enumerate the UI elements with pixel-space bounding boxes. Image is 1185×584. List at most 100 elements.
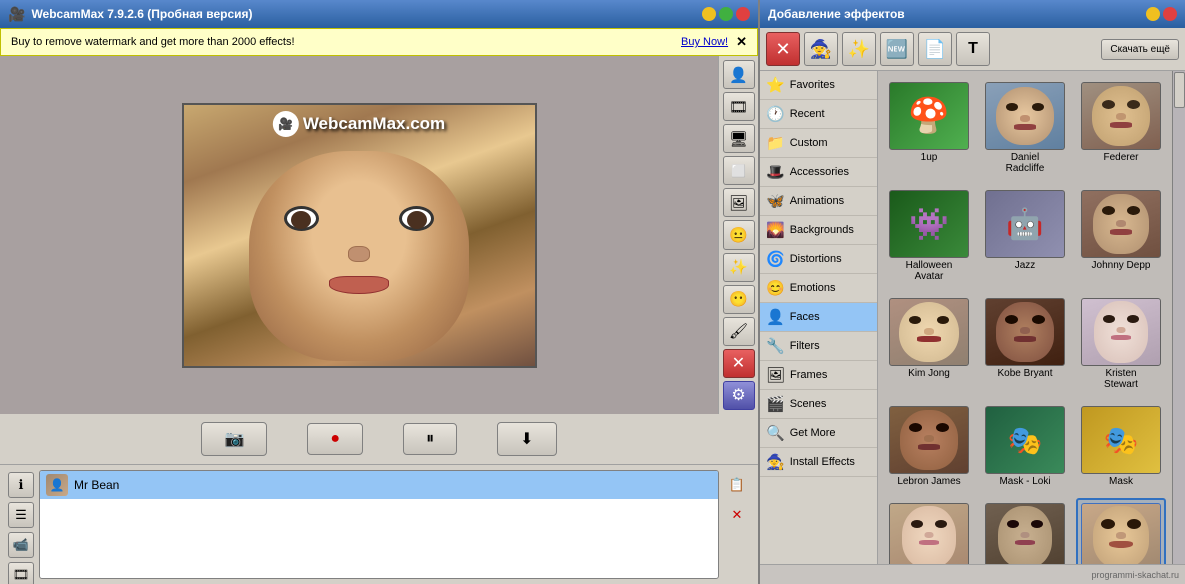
image-icon-btn[interactable]: 🖼 (723, 188, 755, 217)
red-close-btn[interactable]: ✕ (723, 349, 755, 378)
notification-close[interactable]: ✕ (736, 34, 747, 50)
scenes-label: Scenes (790, 398, 827, 410)
delete-effect-btn[interactable]: ✕ (766, 32, 800, 66)
info-icon-btn[interactable]: ℹ (8, 472, 34, 498)
effect-item-1up[interactable]: 🍄 1up (884, 77, 974, 179)
favorites-icon: ⭐ (766, 76, 785, 94)
effect-label-1up: 1up (921, 152, 938, 163)
recent-icon: 🕐 (766, 105, 785, 123)
sidebar-item-accessories[interactable]: 🎩 Accessories (760, 158, 877, 187)
record-button[interactable]: ● (307, 423, 363, 455)
pdf-tool-btn[interactable]: 📄 (918, 32, 952, 66)
get-more-label: Get More (790, 427, 836, 439)
effect-item-loki[interactable]: 🎭 Mask - Loki (980, 401, 1070, 492)
sidebar-item-scenes[interactable]: 🎬 Scenes (760, 390, 877, 419)
effects-scrollbar[interactable] (1172, 71, 1185, 564)
maximize-button[interactable] (719, 7, 733, 21)
face2-icon-btn[interactable]: 😐 (723, 220, 755, 249)
delete-list-btn[interactable]: ✕ (724, 502, 750, 528)
sidebar-item-install-effects[interactable]: 🧙 Install Effects (760, 448, 877, 477)
sidebar-item-emotions[interactable]: 😊 Emotions (760, 274, 877, 303)
effect-item-kristen[interactable]: KristenStewart (1076, 293, 1166, 395)
person-icon-btn[interactable]: 👤 (723, 60, 755, 89)
monitor-icon-btn[interactable]: 🖥 (723, 124, 755, 153)
sidebar-item-animations[interactable]: 🦋 Animations (760, 187, 877, 216)
close-button[interactable] (736, 7, 750, 21)
scenes-icon: 🎬 (766, 395, 785, 413)
favorites-label: Favorites (790, 79, 835, 91)
app-icon: 🎥 (8, 6, 25, 23)
right-minimize-btn[interactable] (1146, 7, 1160, 21)
film2-icon-btn[interactable]: 🎞 (8, 562, 34, 584)
emotions-icon: 😊 (766, 279, 785, 297)
accessories-label: Accessories (790, 166, 849, 178)
download-more-btn[interactable]: Скачать ещё (1101, 39, 1179, 60)
magic-icon-btn[interactable]: ✨ (723, 253, 755, 282)
sidebar-item-get-more[interactable]: 🔍 Get More (760, 419, 877, 448)
right-panel: Добавление эффектов ✕ 🧙 ✨ 🆕 📄 T Скачать … (760, 0, 1185, 584)
list-item[interactable]: 👤 Mr Bean (40, 471, 718, 499)
sidebar-item-frames[interactable]: 🖼 Frames (760, 361, 877, 390)
effects-tool-btn[interactable]: ✨ (842, 32, 876, 66)
effect-item-mask[interactable]: 🎭 Mask (1076, 401, 1166, 492)
effect-item-daniel[interactable]: DanielRadcliffe (980, 77, 1070, 179)
face3-icon-btn[interactable]: 😶 (723, 285, 755, 314)
app-title: WebcamMax 7.9.2.6 (Пробная версия) (31, 7, 252, 21)
effect-label-kristen: KristenStewart (1104, 368, 1138, 390)
film-icon-btn[interactable]: 🎞 (723, 92, 755, 121)
notification-bar: Buy to remove watermark and get more tha… (0, 28, 758, 56)
effect-label-daniel: DanielRadcliffe (1006, 152, 1045, 174)
brush-icon-btn[interactable]: 🖌 (723, 317, 755, 346)
effect-item-johnny[interactable]: Johnny Depp (1076, 185, 1166, 287)
sidebar-item-favorites[interactable]: ⭐ Favorites (760, 71, 877, 100)
right-title-bar: Добавление эффектов (760, 0, 1185, 28)
effect-label-lebron: Lebron James (897, 476, 960, 487)
filters-label: Filters (790, 340, 820, 352)
gear-icon-btn[interactable]: ⚙ (723, 381, 755, 410)
pause-button[interactable]: ⏸ (403, 423, 457, 455)
list-icon-btn[interactable]: ☰ (8, 502, 34, 528)
sidebar-item-filters[interactable]: 🔧 Filters (760, 332, 877, 361)
sidebar-item-backgrounds[interactable]: 🌄 Backgrounds (760, 216, 877, 245)
left-panel: 🎥 WebcamMax 7.9.2.6 (Пробная версия) Buy… (0, 0, 760, 584)
sidebar-item-distortions[interactable]: 🌀 Distortions (760, 245, 877, 274)
effects-grid-area: 🍄 1up (878, 71, 1172, 564)
copy-icon-btn[interactable]: 📋 (724, 472, 750, 498)
frames-icon: 🖼 (766, 366, 785, 384)
effect-item-michael[interactable]: MichaelJackson (980, 498, 1070, 564)
sidebar-item-faces[interactable]: 👤 Faces (760, 303, 877, 332)
effects-content: ⭐ Favorites 🕐 Recent 📁 Custom 🎩 Accessor… (760, 71, 1185, 564)
window-icon-btn[interactable]: ⬜ (723, 156, 755, 185)
effect-label-loki: Mask - Loki (999, 476, 1050, 487)
vertical-toolbar: 👤 🎞 🖥 ⬜ 🖼 😐 ✨ 😶 🖌 ✕ ⚙ (718, 56, 758, 414)
sidebar-item-custom[interactable]: 📁 Custom (760, 129, 877, 158)
effect-item-megan[interactable]: Megan Fox (884, 498, 974, 564)
add-tool-btn[interactable]: 🆕 (880, 32, 914, 66)
right-close-btn[interactable] (1163, 7, 1177, 21)
effect-item-kobe[interactable]: Kobe Bryant (980, 293, 1070, 395)
bottom-strip: ℹ ☰ 📹 🎞 👤 Mr Bean 📋 ✕ (0, 464, 758, 584)
effect-item-federer[interactable]: Federer (1076, 77, 1166, 179)
video-brand-text: WebcamMax.com (303, 114, 445, 134)
effect-label-federer: Federer (1103, 152, 1138, 163)
custom-label: Custom (790, 137, 828, 149)
filters-icon: 🔧 (766, 337, 785, 355)
effect-item-mr-bean[interactable]: Mr Bean (1076, 498, 1166, 564)
minimize-button[interactable] (702, 7, 716, 21)
sidebar-item-recent[interactable]: 🕐 Recent (760, 100, 877, 129)
effect-item-kim[interactable]: Kim Jong (884, 293, 974, 395)
accessories-icon: 🎩 (766, 163, 785, 181)
backgrounds-icon: 🌄 (766, 221, 785, 239)
video-icon-btn[interactable]: 📹 (8, 532, 34, 558)
effect-item-jazz[interactable]: 🤖 Jazz (980, 185, 1070, 287)
controls-row: 📷 ● ⏸ ⬇ (0, 414, 758, 464)
watermark-text: programmi-skachat.ru (1091, 570, 1179, 580)
title-bar: 🎥 WebcamMax 7.9.2.6 (Пробная версия) (0, 0, 758, 28)
effect-item-lebron[interactable]: Lebron James (884, 401, 974, 492)
effect-item-halloween[interactable]: 👾 HalloweenAvatar (884, 185, 974, 287)
buy-now-link[interactable]: Buy Now! (681, 36, 728, 48)
text-tool-btn[interactable]: T (956, 32, 990, 66)
stop-button[interactable]: ⬇ (497, 422, 556, 456)
wizard-tool-btn[interactable]: 🧙 (804, 32, 838, 66)
capture-button[interactable]: 📷 (201, 422, 267, 456)
